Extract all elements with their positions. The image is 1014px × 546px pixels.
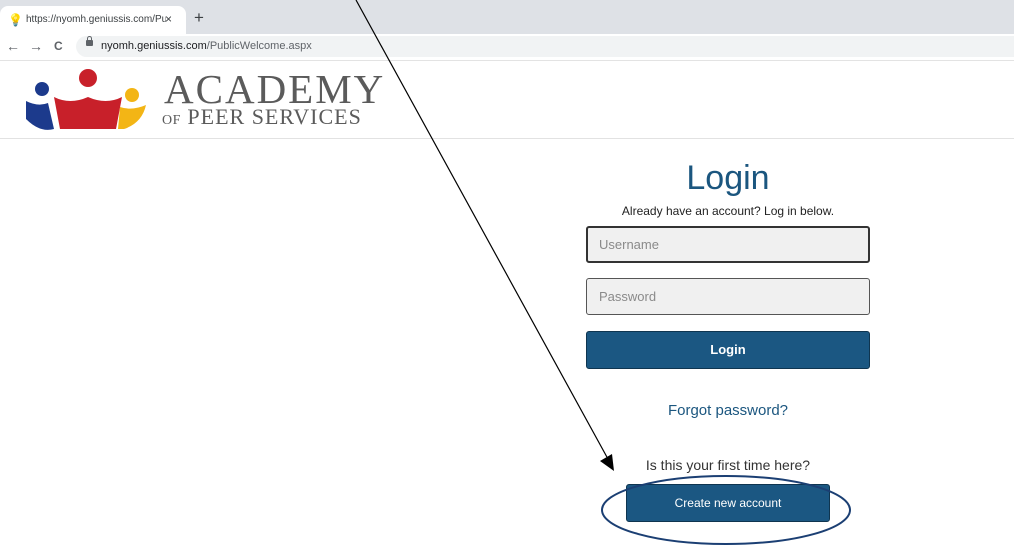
site-header: ACADEMY OF PEER SERVICES <box>0 61 1014 139</box>
new-tab-button[interactable]: + <box>194 9 204 27</box>
browser-toolbar: ← → C nyomh.geniussis.com/PublicWelcome.… <box>0 34 1014 61</box>
tab-title: https://nyomh.geniussis.com/Pu <box>26 14 166 25</box>
lock-icon <box>86 36 93 46</box>
logo-subtitle: OF PEER SERVICES <box>162 105 362 133</box>
academy-logo-icon[interactable] <box>24 67 148 133</box>
forward-icon[interactable]: → <box>29 37 43 55</box>
reload-icon[interactable]: C <box>54 37 63 55</box>
logo-peer-services: PEER SERVICES <box>187 104 362 129</box>
login-title: Login <box>686 159 770 197</box>
url-host: nyomh.geniussis.com <box>101 40 207 52</box>
url-text: nyomh.geniussis.com/PublicWelcome.aspx <box>101 39 312 53</box>
login-button[interactable]: Login <box>586 331 870 369</box>
username-input[interactable] <box>586 226 870 263</box>
close-icon[interactable]: × <box>165 12 172 26</box>
logo-of: OF <box>162 113 181 128</box>
login-subtitle: Already have an account? Log in below. <box>621 204 835 218</box>
url-path: /PublicWelcome.aspx <box>206 40 312 52</box>
back-icon[interactable]: ← <box>6 37 20 55</box>
password-input[interactable] <box>586 278 870 315</box>
browser-tab-strip: 💡 https://nyomh.geniussis.com/Pu × + <box>0 0 1014 34</box>
lightbulb-icon: 💡 <box>8 13 23 27</box>
browser-tab[interactable]: 💡 https://nyomh.geniussis.com/Pu × <box>0 6 186 34</box>
first-time-text: Is this your first time here? <box>645 457 811 473</box>
address-bar[interactable]: nyomh.geniussis.com/PublicWelcome.aspx <box>76 36 1014 57</box>
create-account-button[interactable]: Create new account <box>626 484 830 522</box>
forgot-password-link[interactable]: Forgot password? <box>587 402 869 420</box>
